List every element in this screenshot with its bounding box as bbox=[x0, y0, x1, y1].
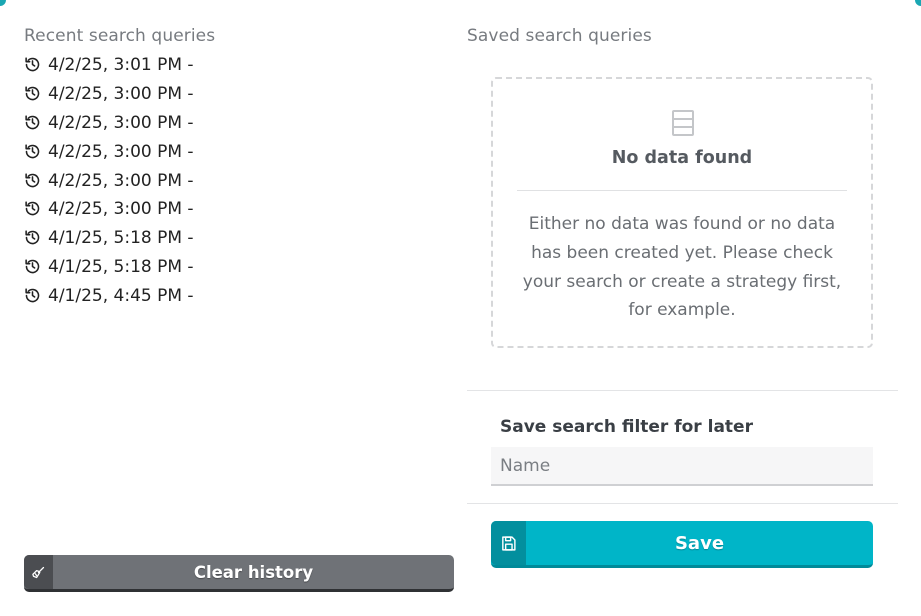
recent-queries-panel: Recent search queries 4/2/25, 3:01 PM - … bbox=[24, 26, 454, 310]
history-icon bbox=[24, 258, 42, 276]
floppy-disk-icon bbox=[491, 521, 526, 565]
window-edge-left bbox=[0, 0, 6, 6]
recent-query-label: 4/2/25, 3:01 PM - bbox=[48, 55, 194, 76]
recent-query-item[interactable]: 4/2/25, 3:01 PM - bbox=[24, 51, 454, 80]
form-divider bbox=[467, 503, 898, 504]
recent-queries-list: 4/2/25, 3:01 PM - 4/2/25, 3:00 PM - 4/2/… bbox=[24, 51, 454, 310]
history-icon bbox=[24, 114, 42, 132]
history-icon bbox=[24, 85, 42, 103]
database-icon bbox=[672, 110, 694, 136]
recent-query-label: 4/1/25, 5:18 PM - bbox=[48, 256, 194, 277]
clear-history-label: Clear history bbox=[193, 562, 314, 582]
recent-query-item[interactable]: 4/2/25, 3:00 PM - bbox=[24, 195, 454, 224]
history-icon bbox=[24, 200, 42, 218]
filter-name-input[interactable] bbox=[491, 447, 873, 486]
save-filter-form: Save search filter for later bbox=[500, 417, 753, 437]
recent-query-item[interactable]: 4/1/25, 5:18 PM - bbox=[24, 253, 454, 282]
section-divider bbox=[467, 390, 898, 391]
history-icon bbox=[24, 172, 42, 190]
save-button[interactable]: Save bbox=[491, 521, 873, 568]
empty-state-message: Either no data was found or no data has … bbox=[522, 214, 842, 321]
recent-query-label: 4/2/25, 3:00 PM - bbox=[48, 199, 194, 220]
broom-icon bbox=[24, 555, 53, 589]
save-filter-label: Save search filter for later bbox=[500, 417, 753, 437]
saved-queries-title: Saved search queries bbox=[467, 26, 652, 46]
window-edge-right bbox=[915, 0, 921, 6]
recent-query-item[interactable]: 4/2/25, 3:00 PM - bbox=[24, 137, 454, 166]
recent-query-label: 4/2/25, 3:00 PM - bbox=[48, 141, 194, 162]
save-button-label: Save bbox=[674, 532, 725, 554]
recent-queries-title: Recent search queries bbox=[24, 26, 216, 46]
recent-query-item[interactable]: 4/2/25, 3:00 PM - bbox=[24, 166, 454, 195]
recent-query-label: 4/2/25, 3:00 PM - bbox=[48, 170, 194, 191]
history-icon bbox=[24, 229, 42, 247]
recent-query-item[interactable]: 4/2/25, 3:00 PM - bbox=[24, 80, 454, 109]
recent-query-item[interactable]: 4/2/25, 3:00 PM - bbox=[24, 109, 454, 138]
recent-query-item[interactable]: 4/1/25, 5:18 PM - bbox=[24, 224, 454, 253]
recent-query-label: 4/1/25, 4:45 PM - bbox=[48, 285, 194, 306]
empty-state: No data found Either no data was found o… bbox=[491, 77, 873, 348]
clear-history-button[interactable]: Clear history bbox=[24, 555, 454, 592]
history-icon bbox=[24, 143, 42, 161]
recent-query-item[interactable]: 4/1/25, 4:45 PM - bbox=[24, 281, 454, 310]
recent-query-label: 4/1/25, 5:18 PM - bbox=[48, 228, 194, 249]
empty-state-divider bbox=[517, 190, 847, 191]
recent-query-label: 4/2/25, 3:00 PM - bbox=[48, 112, 194, 133]
history-icon bbox=[24, 56, 42, 74]
history-icon bbox=[24, 287, 42, 305]
empty-state-heading: No data found bbox=[611, 148, 753, 168]
recent-query-label: 4/2/25, 3:00 PM - bbox=[48, 84, 194, 105]
